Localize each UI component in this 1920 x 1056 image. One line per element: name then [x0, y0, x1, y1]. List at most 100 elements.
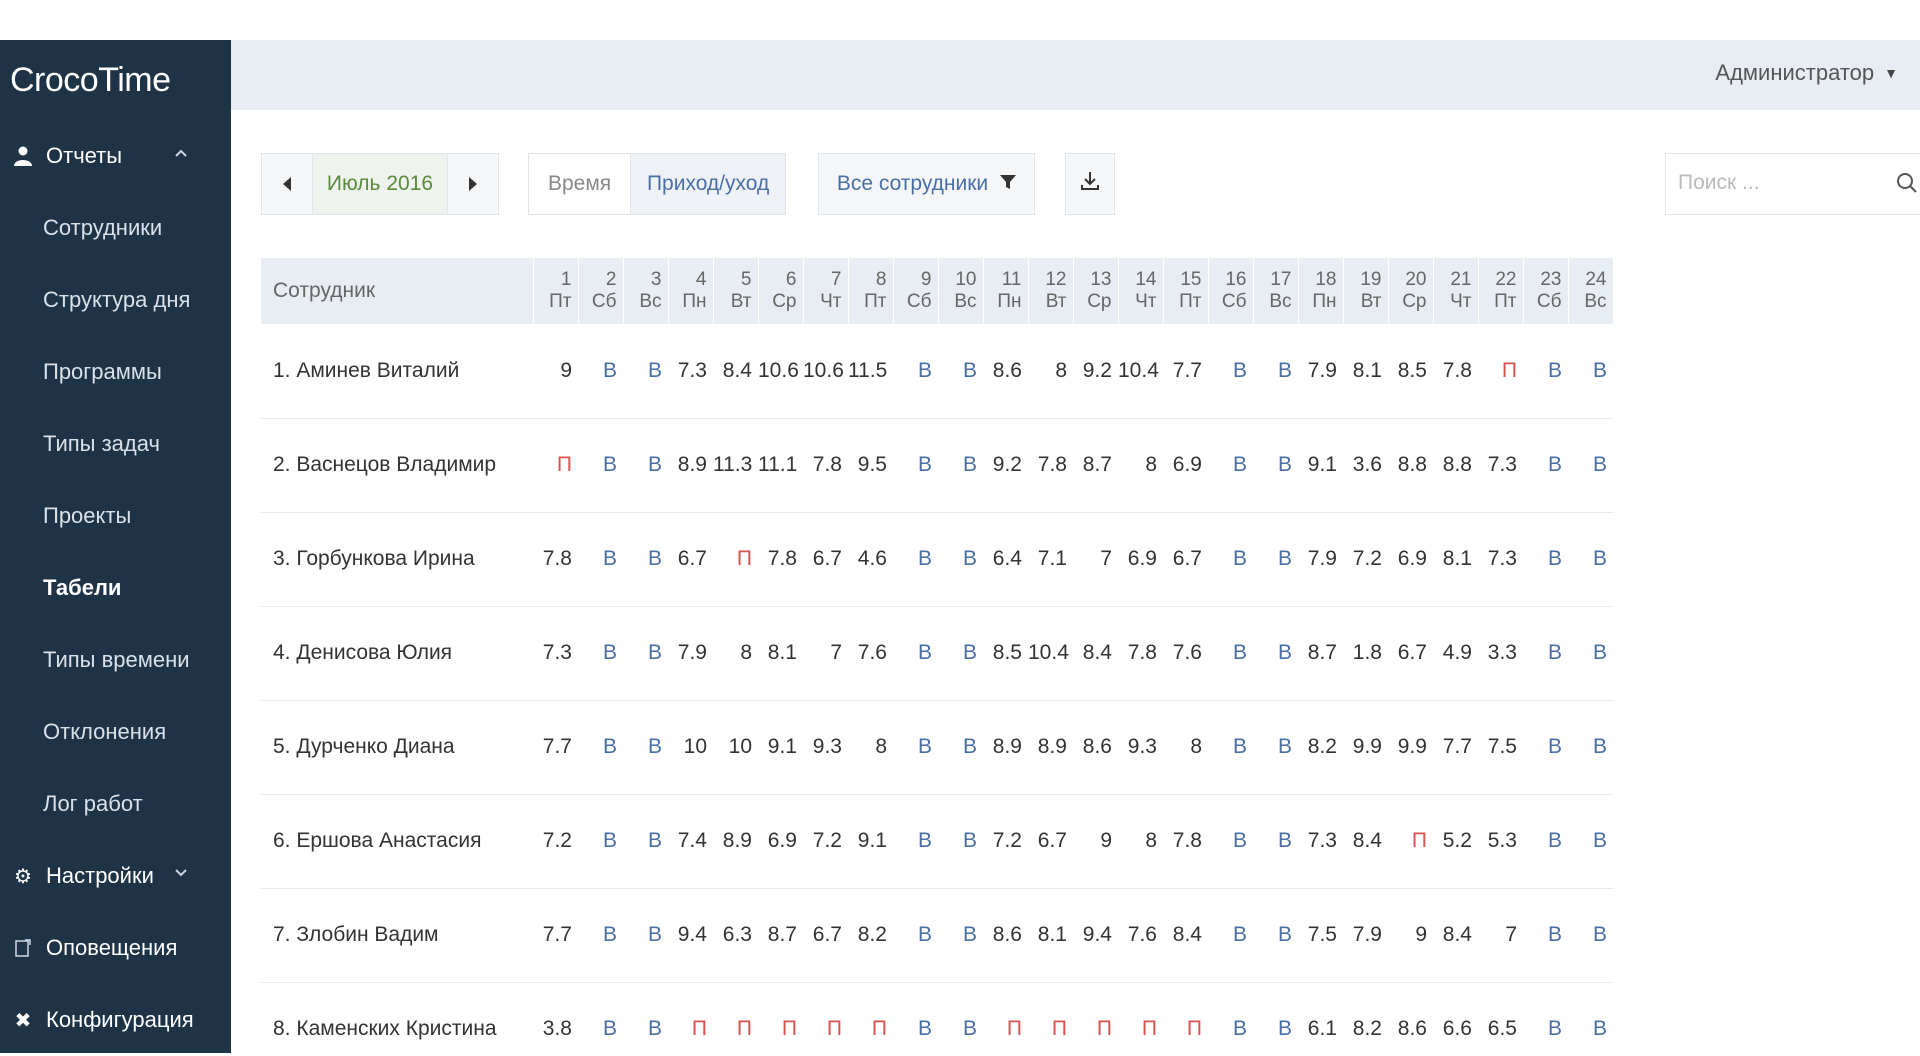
- day-cell[interactable]: 8: [1118, 794, 1163, 889]
- day-cell[interactable]: В: [1253, 418, 1298, 513]
- day-cell[interactable]: 7.9: [1298, 512, 1343, 607]
- search-icon[interactable]: [1896, 172, 1918, 194]
- table-row[interactable]: 3. Горбункова Ирина 7.8 В В 6.7 П 7.8 6.7 4.6 В В 6…: [261, 512, 1613, 607]
- day-cell[interactable]: В: [1568, 982, 1613, 1053]
- day-cell[interactable]: 9: [533, 324, 578, 419]
- day-cell[interactable]: В: [1568, 700, 1613, 795]
- day-cell[interactable]: В: [1208, 794, 1253, 889]
- day-cell[interactable]: В: [1523, 888, 1568, 983]
- day-cell[interactable]: В: [1523, 794, 1568, 889]
- day-cell[interactable]: 8.4: [1433, 888, 1478, 983]
- day-cell[interactable]: 11.1: [758, 418, 803, 513]
- day-cell[interactable]: 8.9: [668, 418, 713, 513]
- day-cell[interactable]: В: [623, 794, 668, 889]
- day-cell[interactable]: 8.9: [1028, 700, 1073, 795]
- search-input[interactable]: [1666, 154, 1866, 212]
- day-cell[interactable]: 6.7: [1388, 606, 1433, 701]
- day-cell[interactable]: П: [983, 982, 1028, 1053]
- employees-filter-button[interactable]: Все сотрудники: [818, 153, 1035, 215]
- sidebar-item-6[interactable]: Табели: [0, 552, 231, 624]
- day-cell[interactable]: 7.3: [668, 324, 713, 419]
- employee-name[interactable]: 8. Каменских Кристина: [261, 982, 533, 1053]
- day-cell[interactable]: 8: [1118, 418, 1163, 513]
- table-row[interactable]: 1. Аминев Виталий 9 В В 7.3 8.4 10.6 10.6 11.5 В В…: [261, 324, 1613, 419]
- day-cell[interactable]: В: [1253, 982, 1298, 1053]
- day-cell[interactable]: В: [1253, 324, 1298, 419]
- day-cell[interactable]: В: [578, 888, 623, 983]
- mode-in-out-button[interactable]: Приход/уход: [630, 154, 785, 214]
- day-cell[interactable]: 8: [713, 606, 758, 701]
- day-cell[interactable]: В: [623, 700, 668, 795]
- day-cell[interactable]: 7.7: [533, 888, 578, 983]
- day-cell[interactable]: 9.5: [848, 418, 893, 513]
- day-cell[interactable]: В: [1208, 324, 1253, 419]
- day-cell[interactable]: 7.8: [1118, 606, 1163, 701]
- table-row[interactable]: 4. Денисова Юлия 7.3 В В 7.9 8 8.1 7 7.6 В В 8.5 10.…: [261, 606, 1613, 701]
- day-cell[interactable]: 7.2: [533, 794, 578, 889]
- day-cell[interactable]: 6.3: [713, 888, 758, 983]
- app-logo[interactable]: CrocoTime: [0, 40, 231, 120]
- day-cell[interactable]: 9.9: [1343, 700, 1388, 795]
- day-cell[interactable]: 7.7: [1163, 324, 1208, 419]
- day-cell[interactable]: 8.8: [1433, 418, 1478, 513]
- employee-name[interactable]: 7. Злобин Вадим: [261, 888, 533, 983]
- day-cell[interactable]: 9.4: [668, 888, 713, 983]
- day-cell[interactable]: В: [623, 606, 668, 701]
- day-cell[interactable]: В: [1568, 324, 1613, 419]
- day-cell[interactable]: 7.6: [1118, 888, 1163, 983]
- day-cell[interactable]: 7.8: [1433, 324, 1478, 419]
- day-cell[interactable]: 11.5: [848, 324, 893, 419]
- day-cell[interactable]: 8.5: [983, 606, 1028, 701]
- day-cell[interactable]: 6.9: [1118, 512, 1163, 607]
- day-cell[interactable]: В: [1208, 512, 1253, 607]
- day-cell[interactable]: В: [1253, 512, 1298, 607]
- day-cell[interactable]: В: [1568, 888, 1613, 983]
- day-cell[interactable]: 6.5: [1478, 982, 1523, 1053]
- sidebar-item-9[interactable]: Лог работ: [0, 768, 231, 840]
- day-cell[interactable]: 8.9: [713, 794, 758, 889]
- day-cell[interactable]: 10.4: [1118, 324, 1163, 419]
- day-cell[interactable]: 10: [668, 700, 713, 795]
- day-cell[interactable]: 7.8: [803, 418, 848, 513]
- employee-name[interactable]: 5. Дурченко Диана: [261, 700, 533, 795]
- prev-month-button[interactable]: [262, 154, 312, 214]
- day-cell[interactable]: 7: [1478, 888, 1523, 983]
- day-cell[interactable]: В: [893, 606, 938, 701]
- sidebar-item-2[interactable]: Структура дня: [0, 264, 231, 336]
- day-cell[interactable]: 7.2: [803, 794, 848, 889]
- day-cell[interactable]: В: [578, 324, 623, 419]
- day-cell[interactable]: В: [1568, 794, 1613, 889]
- sidebar-item-3[interactable]: Программы: [0, 336, 231, 408]
- day-cell[interactable]: 8.8: [1388, 418, 1433, 513]
- day-cell[interactable]: В: [893, 324, 938, 419]
- table-row[interactable]: 5. Дурченко Диана 7.7 В В 10 10 9.1 9.3 8 В В 8.9 8.…: [261, 700, 1613, 795]
- day-cell[interactable]: 7: [803, 606, 848, 701]
- day-cell[interactable]: 8.2: [1343, 982, 1388, 1053]
- day-cell[interactable]: П: [1073, 982, 1118, 1053]
- day-cell[interactable]: 9.4: [1073, 888, 1118, 983]
- table-row[interactable]: 8. Каменских Кристина 3.8 В В П П П П П В В П П П П П В В…: [261, 982, 1613, 1053]
- day-cell[interactable]: 8.4: [1343, 794, 1388, 889]
- day-cell[interactable]: 7.4: [668, 794, 713, 889]
- day-cell[interactable]: 8.4: [1073, 606, 1118, 701]
- current-month[interactable]: Июль 2016: [312, 154, 448, 214]
- day-cell[interactable]: 8.6: [983, 888, 1028, 983]
- day-cell[interactable]: П: [1028, 982, 1073, 1053]
- day-cell[interactable]: 7.8: [758, 512, 803, 607]
- day-cell[interactable]: В: [893, 794, 938, 889]
- day-cell[interactable]: 8.7: [1298, 606, 1343, 701]
- day-cell[interactable]: В: [578, 512, 623, 607]
- day-cell[interactable]: 9.1: [848, 794, 893, 889]
- day-cell[interactable]: 5.3: [1478, 794, 1523, 889]
- day-cell[interactable]: В: [1208, 700, 1253, 795]
- day-cell[interactable]: В: [578, 700, 623, 795]
- day-cell[interactable]: 9.3: [803, 700, 848, 795]
- day-cell[interactable]: 7.1: [1028, 512, 1073, 607]
- day-cell[interactable]: 1.8: [1343, 606, 1388, 701]
- day-cell[interactable]: В: [938, 418, 983, 513]
- day-cell[interactable]: В: [1523, 418, 1568, 513]
- day-cell[interactable]: В: [893, 700, 938, 795]
- day-cell[interactable]: В: [1208, 606, 1253, 701]
- day-cell[interactable]: П: [848, 982, 893, 1053]
- day-cell[interactable]: 7.7: [1433, 700, 1478, 795]
